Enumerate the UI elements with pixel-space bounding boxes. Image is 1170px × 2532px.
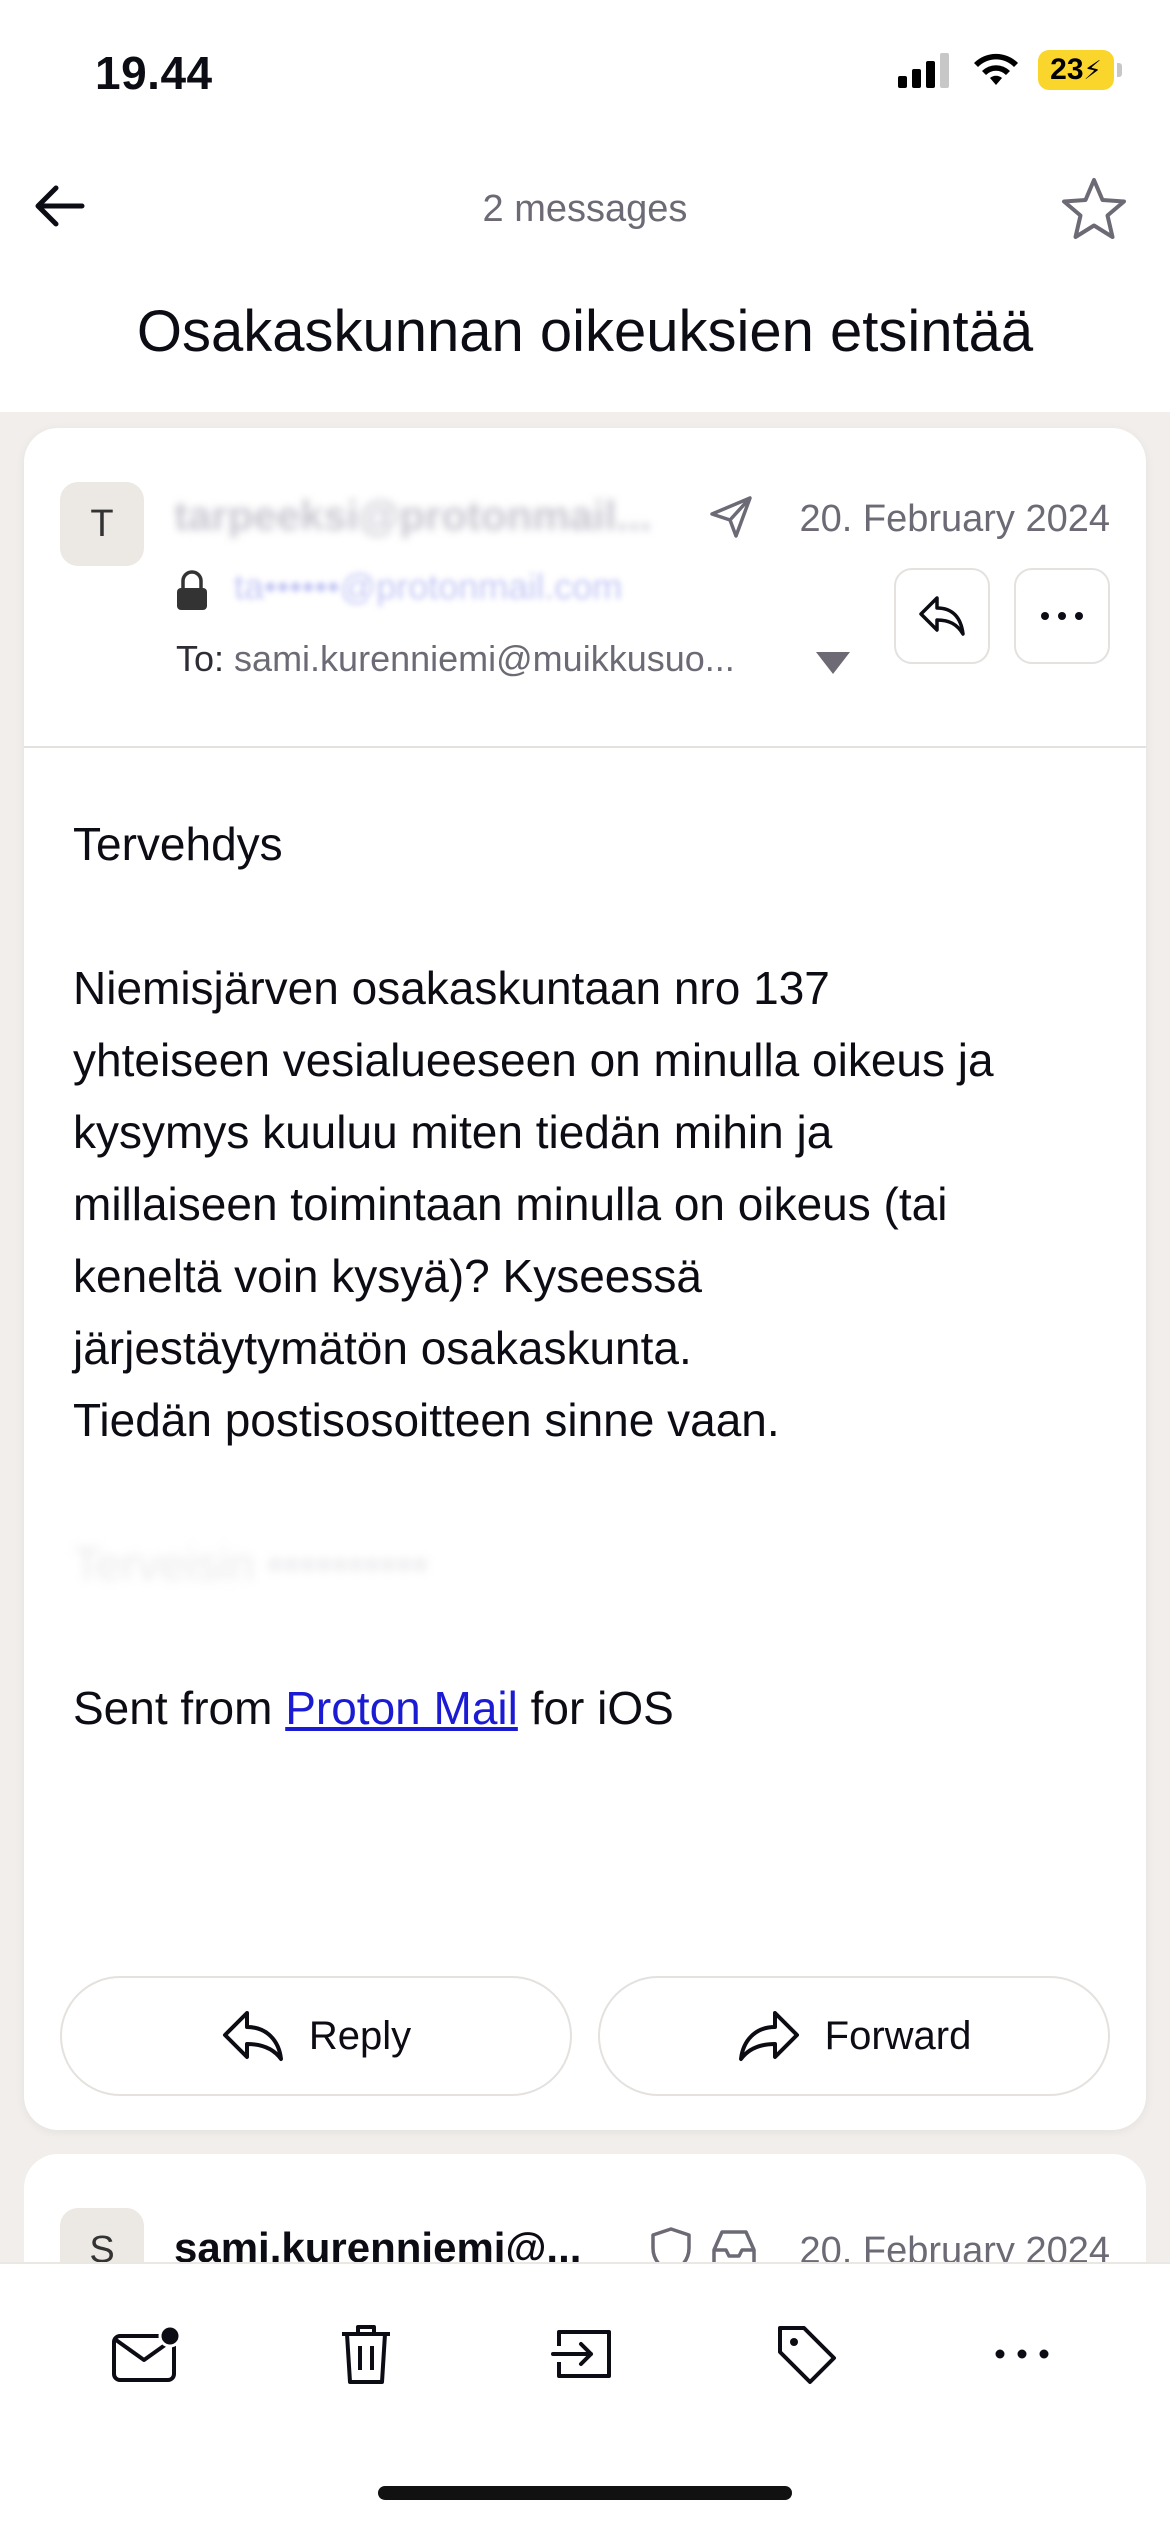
- cellular-signal-icon: [898, 53, 949, 88]
- body-line: Niemisjärven osakaskuntaan nro 137: [73, 962, 830, 1014]
- recipient-address: sami.kurenniemi@muikkusuo...: [234, 638, 735, 679]
- forward-action-button[interactable]: Forward: [598, 1976, 1110, 2096]
- reply-action-button[interactable]: Reply: [60, 1976, 572, 2096]
- conversation-header: 2 messages Osakaskunnan oikeuksien etsin…: [0, 150, 1170, 412]
- status-icons: 23 ⚡: [898, 50, 1122, 90]
- body-line: yhteiseen vesialueeseen on minulla oikeu…: [73, 1034, 994, 1086]
- body-line: järjestäytymätön osakaskunta.: [73, 1322, 692, 1374]
- sender-avatar: T: [60, 482, 144, 566]
- trash-icon: [342, 2325, 390, 2384]
- sent-from-prefix: Sent from: [73, 1682, 286, 1734]
- conversation-subject: Osakaskunnan oikeuksien etsintää: [136, 299, 1034, 364]
- greeting: Tervehdys: [73, 818, 283, 870]
- more-actions-button[interactable]: [982, 2314, 1062, 2394]
- body-line: Tiedän postisosoitteen sinne vaan.: [73, 1394, 780, 1446]
- proton-mail-link[interactable]: Proton Mail: [285, 1682, 518, 1734]
- forward-icon: [738, 2011, 799, 2061]
- star-icon[interactable]: [1058, 174, 1130, 246]
- wifi-icon: [974, 53, 1018, 85]
- body-line: kysymys kuuluu miten tiedän mihin ja: [73, 1106, 833, 1158]
- move-to-folder-icon: [551, 2330, 611, 2378]
- message-card: T tarpeeksi@protonmail... 20. February 2…: [24, 428, 1146, 2130]
- signature-redacted: Terveisin ••••••••••: [73, 1538, 429, 1590]
- ellipsis-icon: [995, 2349, 1049, 2359]
- lock-icon: [177, 570, 207, 610]
- tag-icon: [778, 2326, 836, 2384]
- to-label: To:: [176, 638, 225, 679]
- reply-button[interactable]: [894, 568, 990, 664]
- more-options-button[interactable]: [1014, 568, 1110, 664]
- sent-from-line: Sent from Proton Mail for iOS: [73, 1672, 1113, 1744]
- body-line: millaiseen toimintaan minulla on oikeus …: [73, 1178, 948, 1230]
- sender-name-redacted[interactable]: tarpeeksi@protonmail...: [174, 492, 684, 538]
- message-count: 2 messages: [482, 188, 688, 230]
- trash-button[interactable]: [326, 2314, 406, 2394]
- label-button[interactable]: [766, 2314, 846, 2394]
- ellipsis-icon: [1041, 612, 1083, 620]
- envelope-unread-icon: [112, 2324, 182, 2382]
- reply-icon: [222, 2011, 283, 2061]
- recipient-line[interactable]: To: sami.kurenniemi@muikkusuo...: [176, 638, 836, 680]
- mark-unread-button[interactable]: [106, 2314, 186, 2394]
- forward-label: Forward: [824, 2013, 972, 2058]
- battery-indicator: 23 ⚡: [1038, 50, 1122, 90]
- sender-address-redacted: ta••••••@protonmail.com: [234, 566, 623, 607]
- charging-bolt-icon: ⚡: [1083, 54, 1102, 85]
- home-indicator[interactable]: [378, 2486, 792, 2500]
- battery-level: 23: [1050, 53, 1084, 86]
- message-body: Tervehdys Niemisjärven osakaskuntaan nro…: [73, 808, 1113, 1744]
- reply-icon: [919, 596, 965, 636]
- paper-plane-icon: [710, 496, 752, 538]
- body-line: keneltä voin kysyä)? Kyseessä: [73, 1250, 702, 1302]
- move-to-folder-button[interactable]: [544, 2314, 624, 2394]
- status-time: 19.44: [95, 47, 213, 99]
- message-date: 20. February 2024: [799, 498, 1110, 540]
- reply-label: Reply: [308, 2013, 412, 2058]
- sent-from-suffix: for iOS: [517, 1682, 674, 1734]
- header-divider: [24, 746, 1146, 748]
- status-bar: 19.44 23 ⚡: [0, 0, 1170, 150]
- chevron-down-icon[interactable]: [814, 650, 852, 676]
